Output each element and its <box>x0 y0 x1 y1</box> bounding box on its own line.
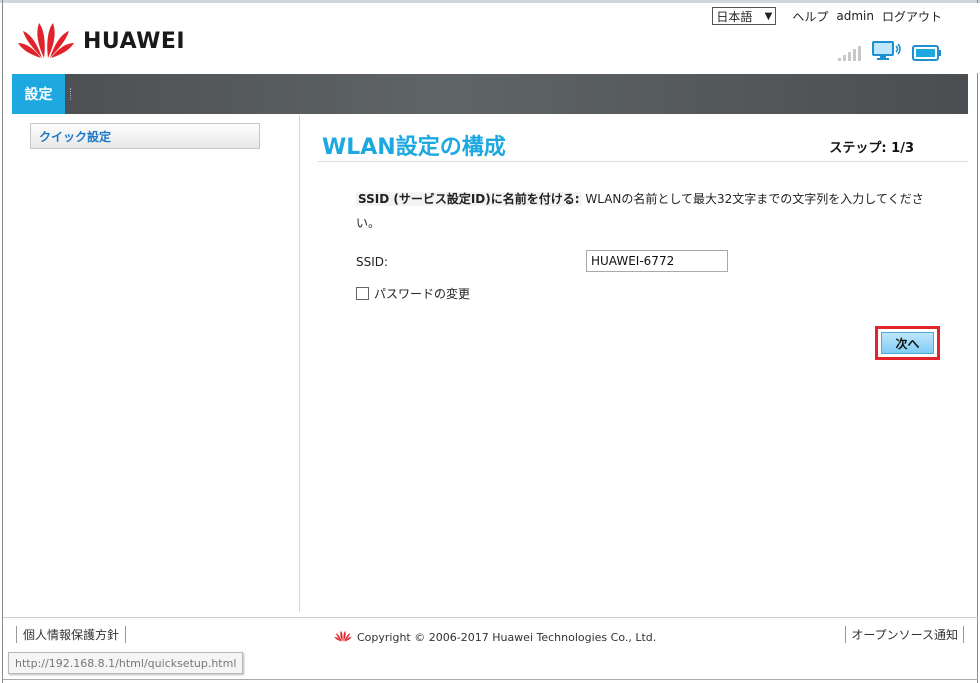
huawei-flower-logo-icon <box>17 21 75 62</box>
privacy-policy-link[interactable]: 個人情報保護方針 <box>16 626 127 643</box>
password-change-checkbox[interactable] <box>356 287 369 300</box>
bottom-border <box>3 679 978 680</box>
next-button[interactable]: 次へ <box>881 332 934 354</box>
chevron-down-icon: ▼ <box>764 10 773 22</box>
logout-link[interactable]: ログアウト <box>882 8 942 25</box>
title-divider <box>318 161 968 162</box>
password-change-label: パスワードの変更 <box>374 287 471 301</box>
brand-logo[interactable]: HUAWEI <box>17 21 185 62</box>
header: HUAWEI 日本語 ▼ ヘルプ admin ログアウト <box>3 3 978 73</box>
battery-icon <box>912 45 942 64</box>
ssid-description: SSID (サービス設定ID)に名前を付ける: WLANの名前として最大32文字… <box>356 187 936 235</box>
browser-status-url: http://192.168.8.1/html/quicksetup.html <box>8 652 244 674</box>
next-button-highlight: 次へ <box>875 326 940 360</box>
sidebar-item-quick-setup[interactable]: クイック設定 <box>30 123 260 149</box>
page-title: WLAN設定の構成 <box>322 135 506 160</box>
admin-link[interactable]: admin <box>836 9 874 23</box>
copyright: Copyright © 2006-2017 Huawei Technologie… <box>334 630 656 645</box>
huawei-small-logo-icon <box>334 630 352 645</box>
main-content: WLAN設定の構成 ステップ: 1/3 SSID (サービス設定ID)に名前を付… <box>310 115 968 612</box>
ssid-label: SSID: <box>356 255 389 269</box>
nav-divider <box>70 88 71 100</box>
step-indicator: ステップ: 1/3 <box>829 141 914 156</box>
copyright-text: Copyright © 2006-2017 Huawei Technologie… <box>357 631 657 644</box>
brand-name: HUAWEI <box>83 29 186 54</box>
computer-connection-icon[interactable] <box>872 41 902 64</box>
ssid-description-heading: SSID (サービス設定ID)に名前を付ける: <box>356 192 582 206</box>
ssid-input[interactable] <box>586 250 728 272</box>
sidebar: クイック設定 <box>12 115 300 612</box>
status-icons <box>838 41 942 64</box>
help-link[interactable]: ヘルプ <box>792 8 828 25</box>
open-source-notice-link[interactable]: オープンソース通知 <box>845 626 964 643</box>
main-navbar: 設定 <box>12 74 968 114</box>
password-change-row: パスワードの変更 <box>356 285 470 302</box>
language-select[interactable]: 日本語 ▼ <box>712 7 777 25</box>
top-links: 日本語 ▼ ヘルプ admin ログアウト <box>712 7 942 25</box>
tab-settings[interactable]: 設定 <box>12 74 65 114</box>
language-select-value: 日本語 <box>716 9 753 24</box>
signal-strength-icon <box>838 45 862 64</box>
footer-divider <box>3 617 978 618</box>
